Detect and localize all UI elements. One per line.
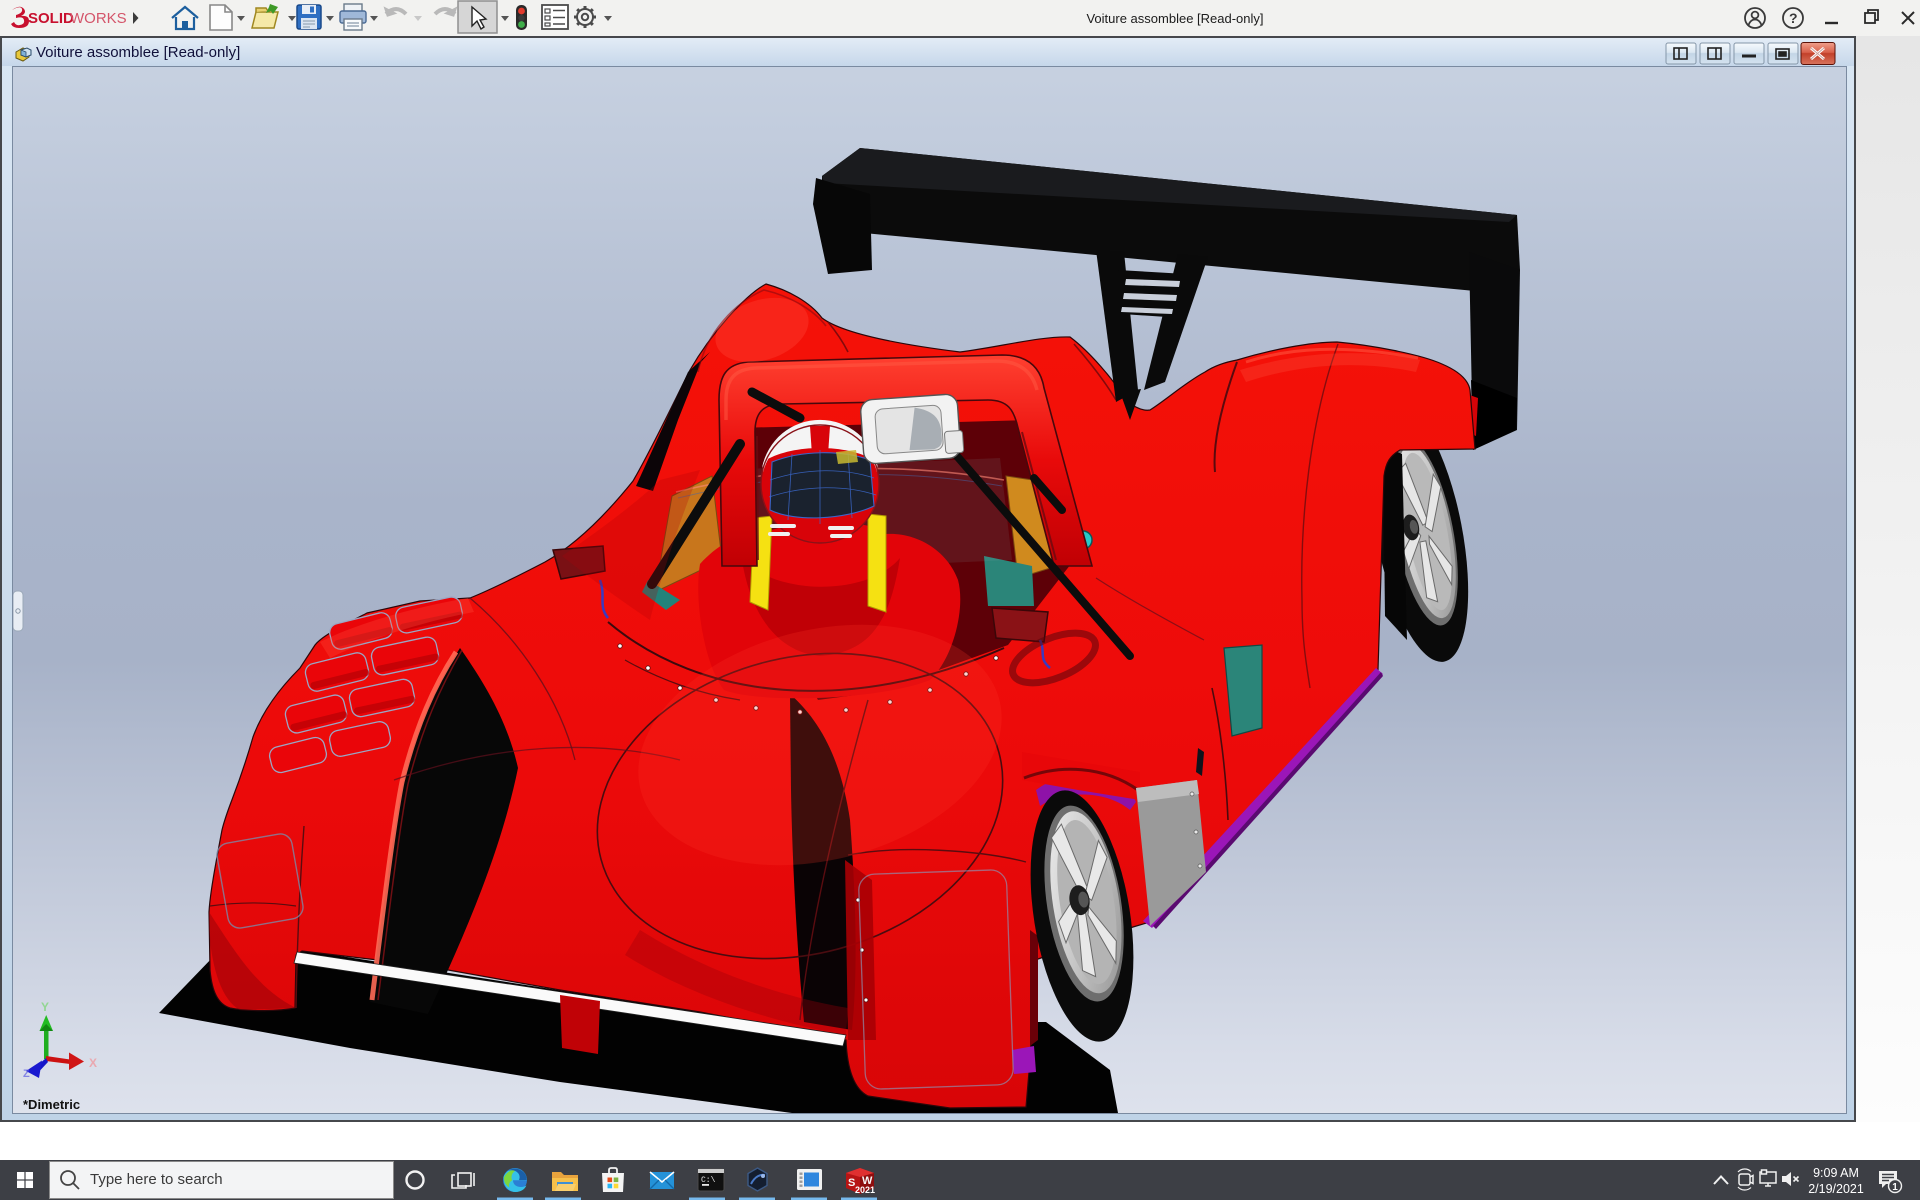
svg-text:2021: 2021 [855, 1185, 875, 1195]
svg-text:1: 1 [1892, 1182, 1898, 1193]
svg-text:C:\: C:\ [701, 1176, 716, 1185]
svg-text:?: ? [1789, 10, 1798, 26]
svg-text:Y: Y [41, 1000, 49, 1014]
svg-text:2/19/2021: 2/19/2021 [1808, 1182, 1864, 1196]
svg-text:WORKS: WORKS [70, 10, 127, 27]
svg-text:Z: Z [23, 1068, 30, 1080]
svg-text:9:09 AM: 9:09 AM [1813, 1166, 1859, 1180]
svg-text:SOLID: SOLID [28, 10, 74, 27]
svg-text:X: X [89, 1056, 97, 1070]
